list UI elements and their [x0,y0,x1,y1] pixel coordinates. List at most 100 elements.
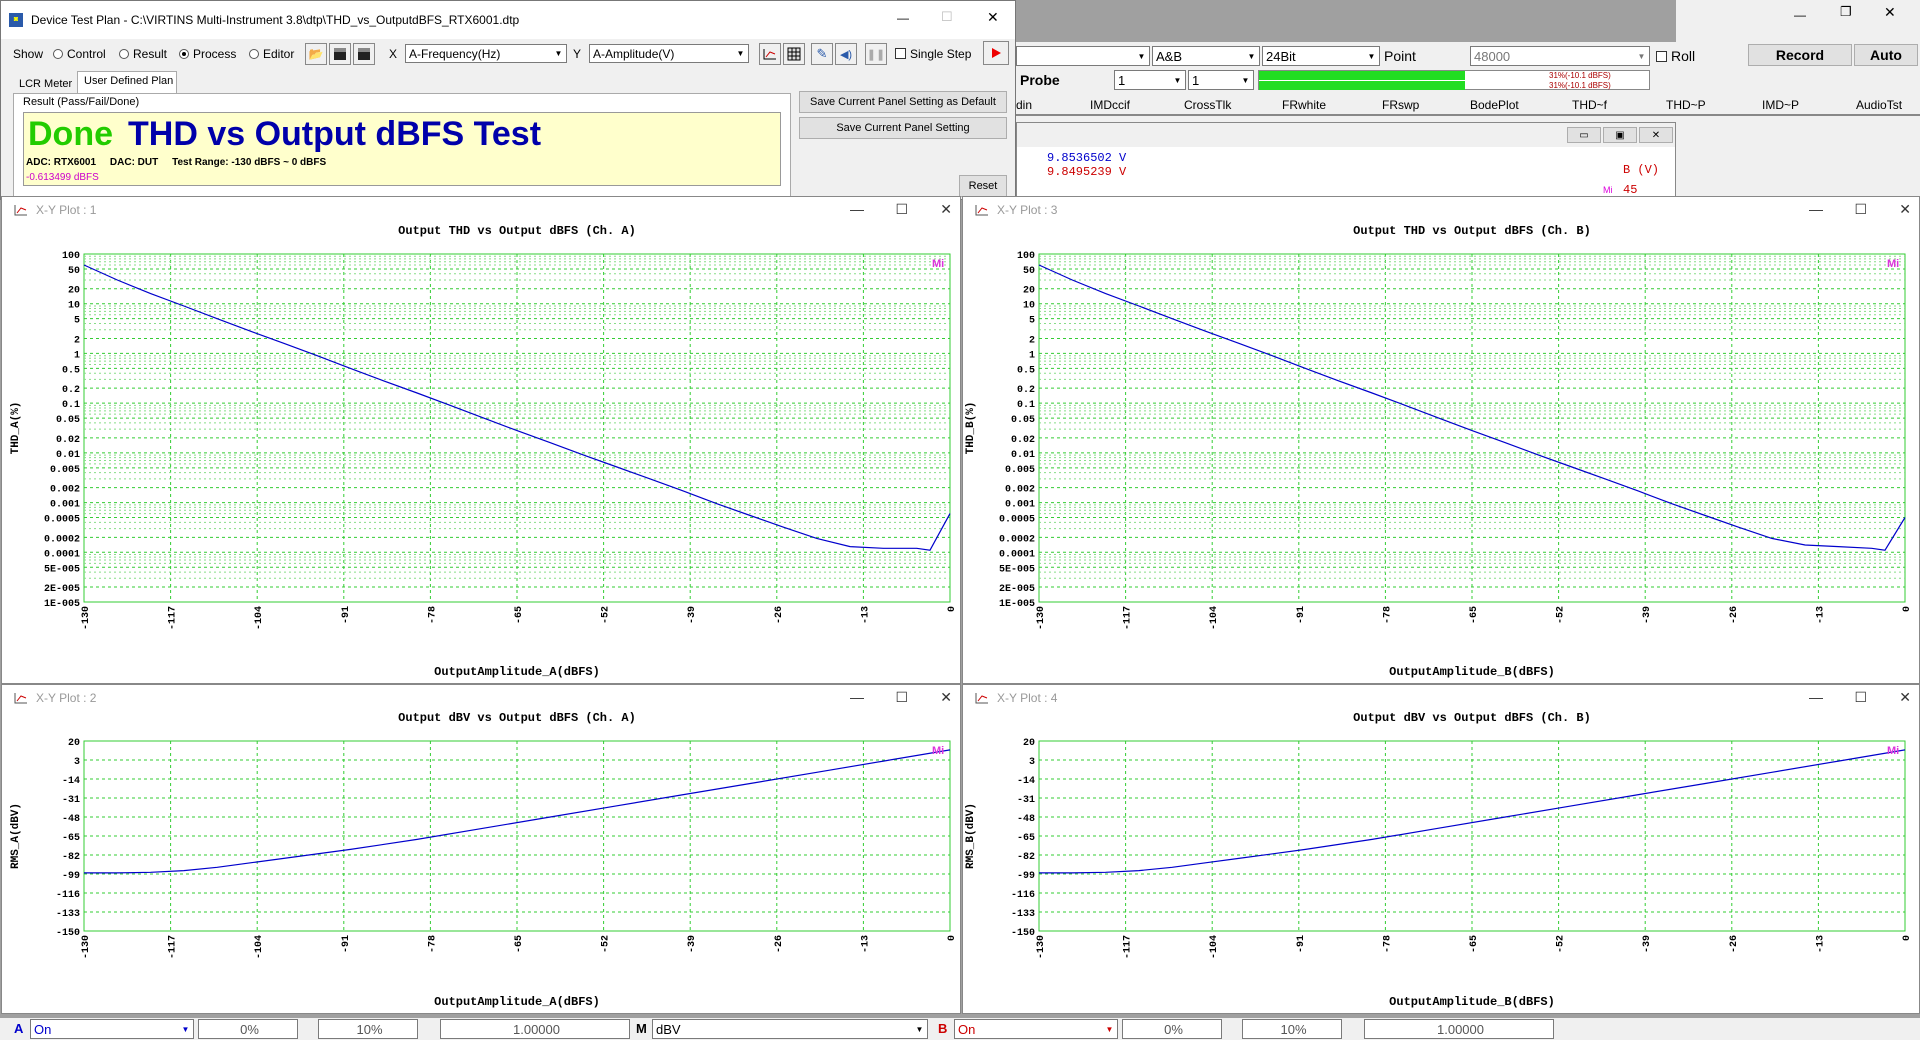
x-axis-label: OutputAmplitude_A(dBFS) [434,665,600,679]
radio-editor[interactable]: Editor [249,47,294,61]
channel-a-offset[interactable]: 0% [198,1019,298,1039]
open-folder-icon[interactable]: 📂 [305,43,327,65]
y-tick-label: -99 [62,871,80,882]
point-select[interactable]: 48000 ▼ [1470,46,1650,66]
maximize-icon[interactable]: ☐ [941,9,953,25]
maximize-button[interactable]: ▣ [1603,127,1637,143]
y-tick-label: 0.01 [1011,450,1035,461]
x-label: X [389,47,398,61]
calculator-icon[interactable] [783,43,805,65]
done-text: Done [28,115,113,153]
tab-bodeplot[interactable]: BodePlot [1470,98,1519,112]
tab-lcr-meter[interactable]: LCR Meter [15,75,75,93]
x-tick-label: 0 [947,606,958,612]
pause-icon[interactable]: ❚❚ [865,43,887,65]
chevron-down-icon: ▼ [551,45,566,62]
test-title: THD vs Output dBFS Test [128,115,542,153]
x-tick-label: -65 [514,606,525,624]
tab-frswp[interactable]: FRswp [1382,98,1419,112]
tab-audiotst[interactable]: AudioTst [1856,98,1902,112]
bits-select[interactable]: 24Bit ▼ [1262,46,1380,66]
y-tick-label: -31 [62,795,80,806]
y-tick-label: 5E-005 [44,564,80,575]
channel-b-scale[interactable]: 1.00000 [1364,1019,1554,1039]
app-restore-icon[interactable]: ❐ [1840,4,1852,20]
tab-lcr-meter-label: LCR Meter [19,78,73,90]
channel-b-pos-value: 10% [1280,1021,1307,1037]
single-step-checkbox[interactable]: Single Step [895,47,971,61]
dtp-titlebar: ◙ Device Test Plan - C:\VIRTINS Multi-In… [1,1,1015,39]
radio-result[interactable]: Result [119,47,167,61]
probe-select-1[interactable]: 1 ▼ [1114,70,1186,90]
tab-frwhite[interactable]: FRwhite [1282,98,1326,112]
y-tick-label: 0.002 [1005,485,1035,496]
save-icon[interactable] [329,43,351,65]
save-as-icon[interactable] [353,43,375,65]
save-panel-button[interactable]: Save Current Panel Setting [799,117,1007,139]
chart-svg: Output THD vs Output dBFS (Ch. A) THD_A(%… [10,224,958,679]
x-tick-label: -52 [601,935,612,953]
chevron-down-icon: ▼ [178,1020,193,1038]
channel-a-mode[interactable]: On ▼ [30,1019,194,1039]
result-label: Result (Pass/Fail/Done) [23,96,140,108]
y-tick-label: 3 [1029,757,1035,768]
auto-button[interactable]: Auto [1854,44,1918,66]
y-tick-label: 0.001 [50,500,80,511]
x-tick-label: -13 [860,935,871,953]
checkbox-icon [1656,51,1667,62]
channel-b-pos[interactable]: 10% [1242,1019,1342,1039]
radio-process[interactable]: Process [179,47,236,61]
xy-plot-icon[interactable] [759,43,781,65]
channel-a-scale-value: 1.00000 [513,1021,560,1037]
save-default-button[interactable]: Save Current Panel Setting as Default [799,91,1007,113]
radio-control[interactable]: Control [53,47,106,61]
tab-imd-p[interactable]: IMD~P [1762,98,1799,112]
tab-crosstlk[interactable]: CrossTlk [1184,98,1231,112]
channel-b-mode[interactable]: On ▼ [954,1019,1118,1039]
y-tick-label: 0.01 [56,450,80,461]
chevron-down-icon: ▼ [1364,47,1379,65]
tab-thd-f[interactable]: THD~f [1572,98,1607,112]
y-axis-select[interactable]: A-Amplitude(V) ▼ [589,44,749,63]
minimize-icon[interactable]: — [897,11,909,25]
channel-a-scale[interactable]: 1.00000 [440,1019,630,1039]
show-label: Show [13,47,44,61]
app-minimize-icon[interactable]: — [1794,8,1806,22]
speaker-icon[interactable]: ◀) [835,43,857,65]
close-icon[interactable]: ✕ [987,9,999,26]
y-axis-label: THD_A(%) [10,402,22,455]
tab-imdccif[interactable]: IMDccif [1090,98,1130,112]
probe-select-2[interactable]: 1 ▼ [1188,70,1254,90]
tab-user-defined-plan[interactable]: User Defined Plan [77,71,177,93]
reset-button[interactable]: Reset [959,175,1007,197]
y-tick-label: 0.002 [50,485,80,496]
channels-select[interactable]: ▼ [1016,46,1150,66]
grid-glyph [787,47,801,61]
close-button[interactable]: ✕ [1639,127,1673,143]
unit-value: dBV [656,1021,681,1037]
y-tick-label: -48 [1017,814,1035,825]
minimize-button[interactable]: ▭ [1567,127,1601,143]
roll-checkbox[interactable]: Roll [1656,48,1695,64]
channel-a-pos[interactable]: 10% [318,1019,418,1039]
point-label: Point [1384,48,1416,64]
tab-thd-p[interactable]: THD~P [1666,98,1706,112]
x-tick-label: -117 [168,935,179,959]
x-tick-label: -91 [1296,935,1307,953]
chart-svg: Output THD vs Output dBFS (Ch. B) THD_B(%… [965,224,1913,679]
x-tick-label: -39 [687,606,698,624]
app-close-icon[interactable]: ✕ [1884,4,1896,21]
x-tick-label: -91 [341,606,352,624]
channel-b-label: B [938,1021,948,1036]
x-axis-select[interactable]: A-Frequency(Hz) ▼ [405,44,567,63]
unit-select[interactable]: dBV ▼ [652,1019,928,1039]
channel-b-offset[interactable]: 0% [1122,1019,1222,1039]
tools-icon[interactable]: ✎ [811,43,833,65]
dtp-window: ◙ Device Test Plan - C:\VIRTINS Multi-In… [0,0,1016,201]
tab-din[interactable]: din [1016,98,1032,112]
run-icon[interactable] [983,41,1009,65]
y-axis-label: RMS_B(dBV) [965,803,977,869]
y-tick-label: -65 [1017,833,1035,844]
record-button[interactable]: Record [1748,44,1852,66]
channel-mode-select[interactable]: A&B ▼ [1152,46,1260,66]
